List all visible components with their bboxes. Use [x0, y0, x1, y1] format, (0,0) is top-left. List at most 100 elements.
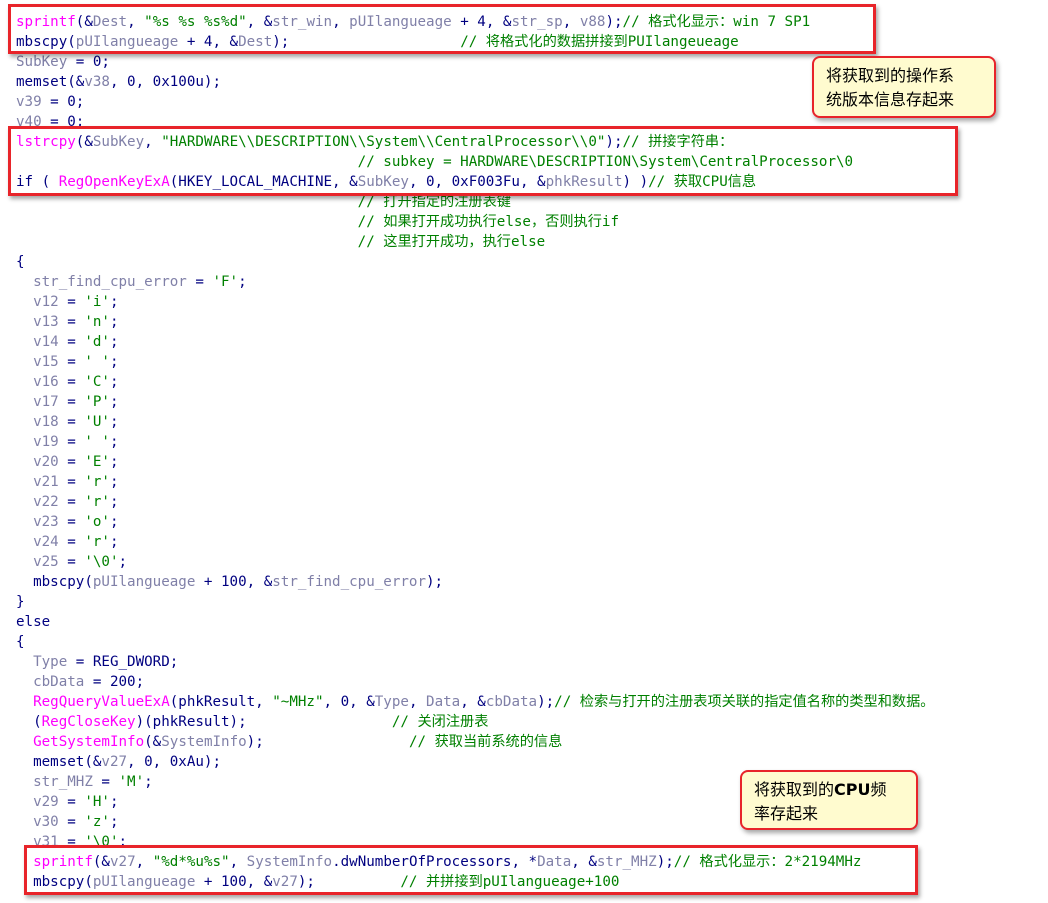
code-token: // 拼接字符串： [622, 134, 734, 150]
code-token: , & [460, 694, 486, 710]
code-token: = [92, 774, 119, 790]
code-line: // 如果打开成功执行else，否则执行if [16, 212, 935, 232]
code-token: v14 [33, 334, 59, 350]
code-token: = [58, 314, 85, 330]
code-token: = [58, 534, 85, 550]
cpu-frequency-annotation-text-bold: CPU [834, 780, 871, 799]
code-token: (& [75, 14, 93, 30]
code-token: , 0, & [323, 694, 375, 710]
code-line: v16 = 'C'; [16, 372, 935, 392]
code-token: pUIlangueage [75, 34, 179, 50]
code-line: sprintf(&Dest, "%s %s %s%d", &str_win, p… [16, 12, 935, 32]
code-token: = [58, 494, 85, 510]
code-token: str_MHZ [33, 774, 93, 790]
code-token: SubKey [16, 54, 68, 70]
code-token: = [58, 554, 85, 570]
code-token: mbscpy( [16, 34, 76, 50]
code-token: // 获取CPU信息 [648, 174, 757, 190]
code-token: v29 [33, 794, 59, 810]
code-token: '\0' [84, 554, 119, 570]
code-token: ) ) [622, 174, 649, 190]
code-token: ; [238, 274, 247, 290]
code-token: ); [246, 734, 409, 750]
code-token: ; [109, 514, 119, 530]
code-line: v20 = 'E'; [16, 452, 935, 472]
cpu-frequency-annotation: 将获取到的CPU频 率存起来 [740, 770, 918, 830]
code-token: 'C' [84, 374, 110, 390]
code-token: ); [297, 874, 401, 890]
code-token: Data [537, 854, 572, 870]
code-token: v27 [272, 874, 298, 890]
code-line: { [16, 252, 935, 272]
code-token: ; [109, 334, 119, 350]
code-token: "HARDWARE\\DESCRIPTION\\System\\CentralP… [161, 134, 606, 150]
code-token: str_win [272, 14, 333, 30]
code-token: mbscpy( [16, 874, 93, 890]
code-token: = 200; [84, 674, 145, 690]
code-token: , 0, 0xF003Fu, & [408, 174, 546, 190]
code-token: 'F' [212, 274, 239, 290]
code-token: cbData [33, 674, 85, 690]
code-token: str_find_cpu_error [272, 574, 426, 590]
code-line: v15 = ' '; [16, 352, 935, 372]
code-token: ; [109, 394, 119, 410]
code-token: Type [33, 654, 68, 670]
code-line: if ( RegOpenKeyExA(HKEY_LOCAL_MACHINE, &… [16, 172, 935, 192]
code-token: ); [537, 694, 555, 710]
code-token: mbscpy( [16, 574, 93, 590]
code-line: mbscpy(pUIlangueage + 100, &v27); // 并拼接… [16, 872, 935, 892]
code-token: = [58, 414, 85, 430]
code-token: phkResult [545, 174, 623, 190]
code-line: v40 = 0; [16, 112, 935, 132]
code-token: lstrcpy [16, 134, 76, 150]
code-line: (RegCloseKey)(phkResult); // 关闭注册表 [16, 712, 935, 732]
code-token: '\0' [84, 834, 119, 850]
code-token: ); [605, 14, 623, 30]
code-token: , [562, 14, 580, 30]
code-line: } [16, 592, 935, 612]
code-line: else [16, 612, 935, 632]
decompiled-code-view[interactable]: sprintf(&Dest, "%s %s %s%d", &str_win, p… [16, 12, 935, 892]
code-token: , & [571, 854, 597, 870]
code-token: ( [16, 714, 42, 730]
code-token: ; [144, 774, 153, 790]
code-token: (& [75, 134, 93, 150]
code-token: v25 [33, 554, 59, 570]
code-token: // 将格式化的数据拼接到PUIlangeueage [460, 34, 739, 50]
code-token: { [16, 254, 25, 270]
code-token: else [16, 614, 51, 630]
code-line: v12 = 'i'; [16, 292, 935, 312]
code-line: SubKey = 0; [16, 52, 935, 72]
code-token: , [144, 134, 162, 150]
code-line: v24 = 'r'; [16, 532, 935, 552]
code-token: ; [109, 294, 119, 310]
code-token: 'z' [84, 814, 110, 830]
code-token: ; [109, 434, 119, 450]
code-token: Dest [92, 14, 128, 30]
code-token: memset(& [16, 74, 85, 90]
code-line: v17 = 'P'; [16, 392, 935, 412]
code-token: v16 [33, 374, 59, 390]
code-line: // subkey = HARDWARE\DESCRIPTION\System\… [16, 152, 935, 172]
code-token: } [16, 594, 25, 610]
code-token: Dest [238, 34, 273, 50]
code-token: 'i' [84, 294, 110, 310]
code-token: , [135, 854, 153, 870]
code-token: , [408, 694, 427, 710]
code-token: (HKEY_LOCAL_MACHINE, & [169, 174, 358, 190]
code-token: v39 [16, 94, 42, 110]
